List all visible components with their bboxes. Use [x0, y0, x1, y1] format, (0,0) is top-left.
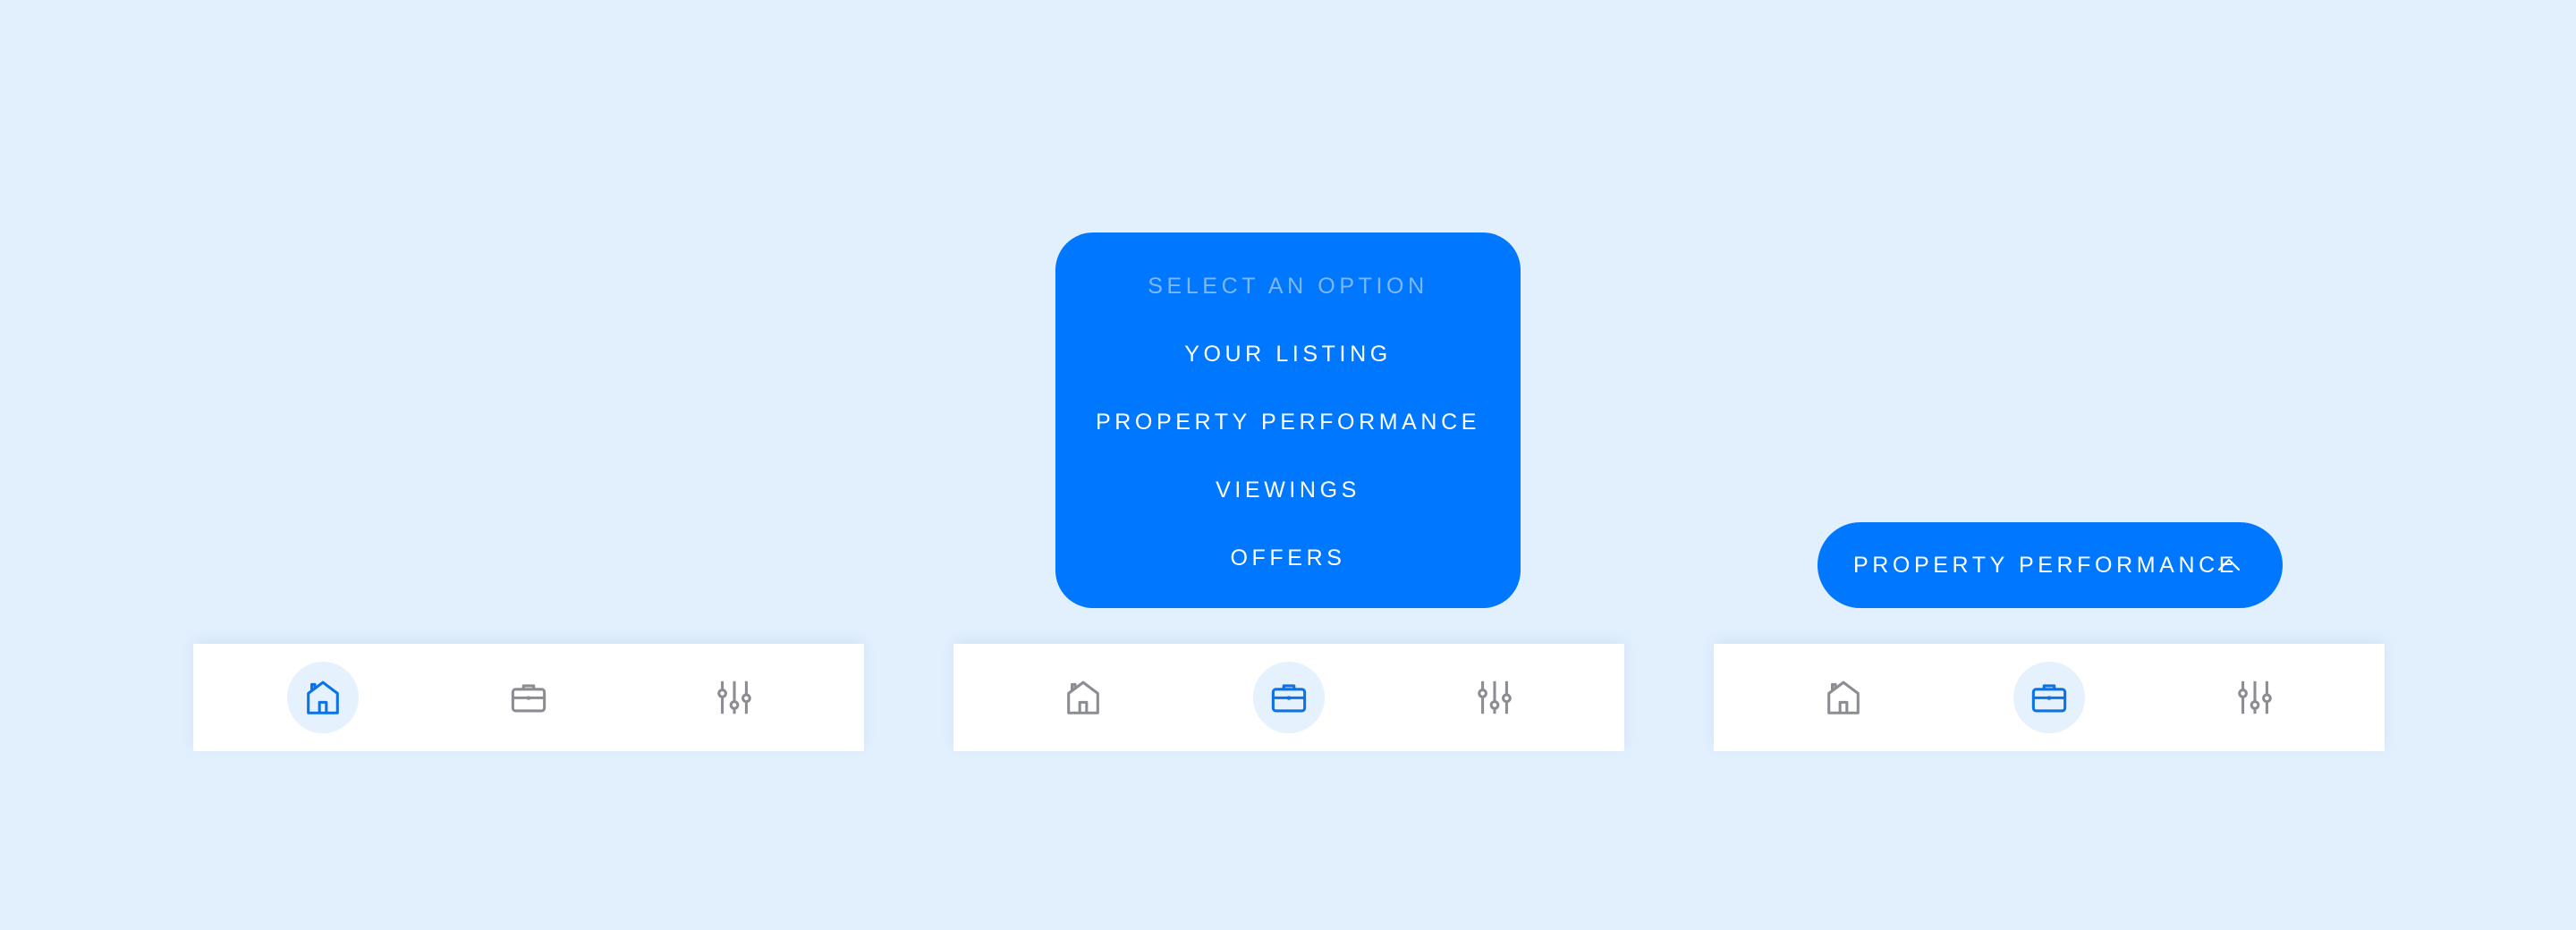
bottom-nav-bar: [953, 644, 1624, 751]
bottom-nav-bar: [193, 644, 864, 751]
nav-filters-tab[interactable]: [699, 644, 770, 751]
nav-filters-tab[interactable]: [2219, 644, 2291, 751]
dropdown-menu: SELECT AN OPTION YOUR LISTING PROPERTY P…: [1055, 232, 1521, 608]
nav-home-tab[interactable]: [287, 644, 359, 751]
dropdown-header: SELECT AN OPTION: [1148, 274, 1428, 299]
house-icon: [1063, 677, 1104, 718]
sliders-icon: [2234, 677, 2275, 718]
sliders-icon: [1474, 677, 1515, 718]
sliders-icon: [714, 677, 755, 718]
option-your-listing[interactable]: YOUR LISTING: [1055, 340, 1521, 368]
option-offers[interactable]: OFFERS: [1055, 544, 1521, 572]
nav-filters-tab[interactable]: [1459, 644, 1530, 751]
house-icon: [1823, 677, 1864, 718]
briefcase-icon: [2029, 677, 2070, 718]
section-select-button[interactable]: PROPERTY PERFORMANCE: [1818, 522, 2283, 608]
nav-home-tab[interactable]: [1808, 644, 1879, 751]
option-property-performance[interactable]: PROPERTY PERFORMANCE: [1055, 408, 1521, 436]
chevron-up-icon: [2217, 558, 2241, 571]
house-icon: [302, 677, 343, 718]
bottom-nav-bar: [1714, 644, 2385, 751]
briefcase-icon: [1268, 677, 1309, 718]
nav-work-tab[interactable]: [493, 644, 564, 751]
nav-work-tab[interactable]: [2013, 644, 2085, 751]
nav-home-tab[interactable]: [1047, 644, 1119, 751]
option-viewings[interactable]: VIEWINGS: [1055, 476, 1521, 504]
briefcase-icon: [508, 677, 549, 718]
nav-work-tab[interactable]: [1253, 644, 1325, 751]
select-value: PROPERTY PERFORMANCE: [1853, 553, 2239, 578]
